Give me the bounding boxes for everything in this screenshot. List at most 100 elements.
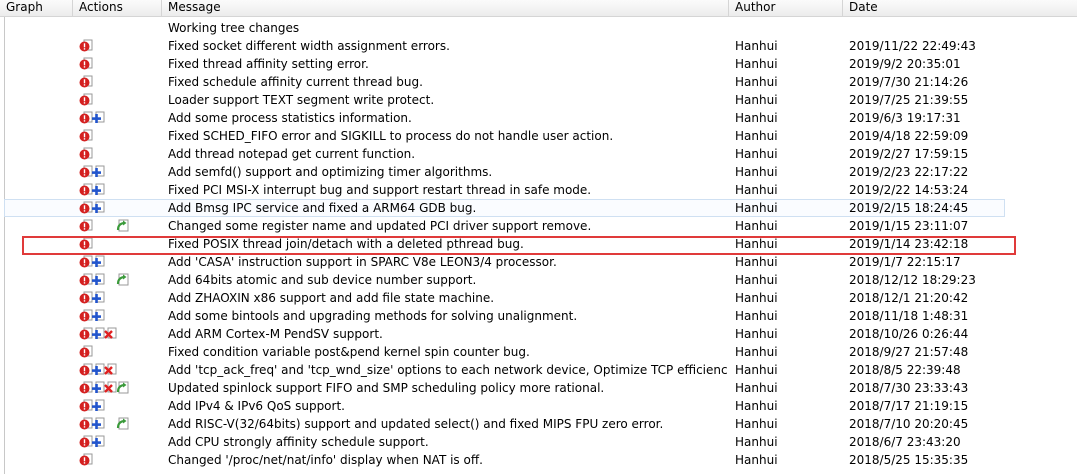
- commit-date: 2019/6/3 19:17:31: [849, 111, 961, 125]
- commit-message: Fixed POSIX thread join/detach with a de…: [168, 237, 524, 251]
- renamed-file-icon: [115, 219, 129, 233]
- modified-file-icon: [79, 93, 93, 107]
- column-header-message[interactable]: Message: [162, 0, 729, 16]
- commit-row[interactable]: Fixed socket different width assignment …: [0, 37, 1077, 55]
- commit-author: Hanhui: [735, 165, 778, 179]
- commit-row[interactable]: Fixed SCHED_FIFO error and SIGKILL to pr…: [0, 127, 1077, 145]
- commit-row[interactable]: Add semfd() support and optimizing timer…: [0, 163, 1077, 181]
- commit-date: 2019/11/22 22:49:43: [849, 39, 976, 53]
- commit-author: Hanhui: [735, 327, 778, 341]
- commit-date: 2019/2/27 17:59:15: [849, 147, 969, 161]
- commit-author: Hanhui: [735, 111, 778, 125]
- modified-file-icon: [79, 345, 93, 359]
- commit-row[interactable]: Add RISC-V(32/64bits) support and update…: [0, 415, 1077, 433]
- commit-row[interactable]: Updated spinlock support FIFO and SMP sc…: [0, 379, 1077, 397]
- commit-date: 2018/12/12 18:29:23: [849, 273, 976, 287]
- commit-row[interactable]: Add IPv4 & IPv6 QoS support. Hanhui 2018/7…: [0, 397, 1077, 415]
- commit-row[interactable]: Add ARM Cortex-M PendSV support. Hanhui 20…: [0, 325, 1077, 343]
- actions-cell: [77, 361, 165, 379]
- commit-author: Hanhui: [735, 381, 778, 395]
- commit-message: Add RISC-V(32/64bits) support and update…: [168, 417, 664, 431]
- commit-date: 2018/8/5 22:39:48: [849, 363, 961, 377]
- actions-cell: [77, 379, 165, 397]
- added-file-icon: [91, 165, 105, 179]
- column-header-date[interactable]: Date: [843, 0, 1077, 16]
- commit-date: 2019/1/14 23:42:18: [849, 237, 969, 251]
- commit-date: [849, 19, 999, 37]
- commit-row[interactable]: Changed some register name and updated P…: [0, 217, 1077, 235]
- column-header-author[interactable]: Author: [729, 0, 843, 16]
- modified-file-icon: [79, 129, 93, 143]
- commit-message: Add some process statistics information.: [168, 111, 412, 125]
- commit-row[interactable]: Fixed condition variable post&pend kerne…: [0, 343, 1077, 361]
- commit-row[interactable]: Add some process statistics information.…: [0, 109, 1077, 127]
- commit-row[interactable]: Add 'tcp_ack_freq' and 'tcp_wnd_size' op…: [0, 361, 1077, 379]
- renamed-file-icon: [115, 417, 129, 431]
- commit-date: 2018/11/18 1:48:31: [849, 309, 969, 323]
- commit-author: Hanhui: [735, 75, 778, 89]
- commit-row[interactable]: Fixed POSIX thread join/detach with a de…: [0, 235, 1077, 253]
- commit-row[interactable]: Add 64bits atomic and sub device number …: [0, 271, 1077, 289]
- actions-cell: [77, 433, 165, 451]
- commit-message: Add IPv4 & IPv6 QoS support.: [168, 399, 345, 413]
- commit-message: Add semfd() support and optimizing timer…: [168, 165, 493, 179]
- actions-cell: [77, 307, 165, 325]
- actions-cell: [77, 397, 165, 415]
- actions-cell: [77, 37, 165, 55]
- commit-date: 2019/2/22 14:53:24: [849, 183, 969, 197]
- commit-author: Hanhui: [735, 273, 778, 287]
- added-file-icon: [91, 111, 105, 125]
- commit-row[interactable]: Working tree changes: [0, 19, 1077, 37]
- commit-author: Hanhui: [735, 453, 778, 467]
- column-header-graph[interactable]: Graph: [0, 0, 73, 16]
- deleted-file-icon: [103, 327, 117, 341]
- commit-author: Hanhui: [735, 309, 778, 323]
- commit-date: 2018/9/27 21:57:48: [849, 345, 969, 359]
- added-file-icon: [91, 183, 105, 197]
- commit-author: Hanhui: [735, 291, 778, 305]
- commit-author: Hanhui: [735, 417, 778, 431]
- actions-cell: [77, 343, 165, 361]
- column-header-actions[interactable]: Actions: [73, 0, 162, 16]
- renamed-file-icon: [115, 273, 129, 287]
- commit-row[interactable]: Add some bintools and upgrading methods …: [0, 307, 1077, 325]
- commit-date: 2018/7/30 23:33:43: [849, 381, 969, 395]
- commit-message: Add 'CASA' instruction support in SPARC …: [168, 255, 557, 269]
- modified-file-icon: [79, 147, 93, 161]
- commit-row[interactable]: Add Bmsg IPC service and fixed a ARM64 G…: [4, 199, 1005, 217]
- commit-author: Hanhui: [735, 363, 778, 377]
- actions-cell: [77, 145, 165, 163]
- commit-message: Add Bmsg IPC service and fixed a ARM64 G…: [168, 201, 477, 215]
- commit-row[interactable]: Add CPU strongly affinity schedule suppo…: [0, 433, 1077, 451]
- commit-row[interactable]: Add thread notepad get current function.…: [0, 145, 1077, 163]
- commit-author: Hanhui: [735, 93, 778, 107]
- commit-author: Hanhui: [735, 183, 778, 197]
- commit-date: 2018/7/10 20:20:45: [849, 417, 969, 431]
- commit-row[interactable]: Fixed schedule affinity current thread b…: [0, 73, 1077, 91]
- commit-date: 2018/10/26 0:26:44: [849, 327, 969, 341]
- commit-message: Fixed condition variable post&pend kerne…: [168, 345, 530, 359]
- commit-message: Fixed thread affinity setting error.: [168, 57, 369, 71]
- commit-message: Add some bintools and upgrading methods …: [168, 309, 578, 323]
- commit-author: Hanhui: [735, 57, 778, 71]
- commit-message: Add thread notepad get current function.: [168, 147, 416, 161]
- commit-date: 2018/12/1 21:20:42: [849, 291, 969, 305]
- commit-author: Hanhui: [735, 219, 778, 233]
- commit-row[interactable]: Fixed PCI MSI-X interrupt bug and suppor…: [0, 181, 1077, 199]
- commit-author: Hanhui: [735, 237, 778, 251]
- actions-cell: [77, 73, 165, 91]
- added-file-icon: [91, 399, 105, 413]
- commit-message: Add 'tcp_ack_freq' and 'tcp_wnd_size' op…: [168, 363, 728, 377]
- commit-date: 2019/2/23 22:17:22: [849, 165, 969, 179]
- commit-message: Changed '/proc/net/nat/info' display whe…: [168, 453, 483, 467]
- modified-file-icon: [79, 75, 93, 89]
- commit-row[interactable]: Fixed thread affinity setting error. Hanh…: [0, 55, 1077, 73]
- commit-row[interactable]: Add 'CASA' instruction support in SPARC …: [0, 253, 1077, 271]
- renamed-file-icon: [115, 381, 129, 395]
- commit-message: Fixed schedule affinity current thread b…: [168, 75, 423, 89]
- commit-row[interactable]: Add ZHAOXIN x86 support and add file sta…: [0, 289, 1077, 307]
- commit-author: Hanhui: [735, 129, 778, 143]
- commit-row[interactable]: Changed '/proc/net/nat/info' display whe…: [0, 451, 1077, 469]
- commit-row[interactable]: Loader support TEXT segment write protec…: [0, 91, 1077, 109]
- added-file-icon: [91, 273, 105, 287]
